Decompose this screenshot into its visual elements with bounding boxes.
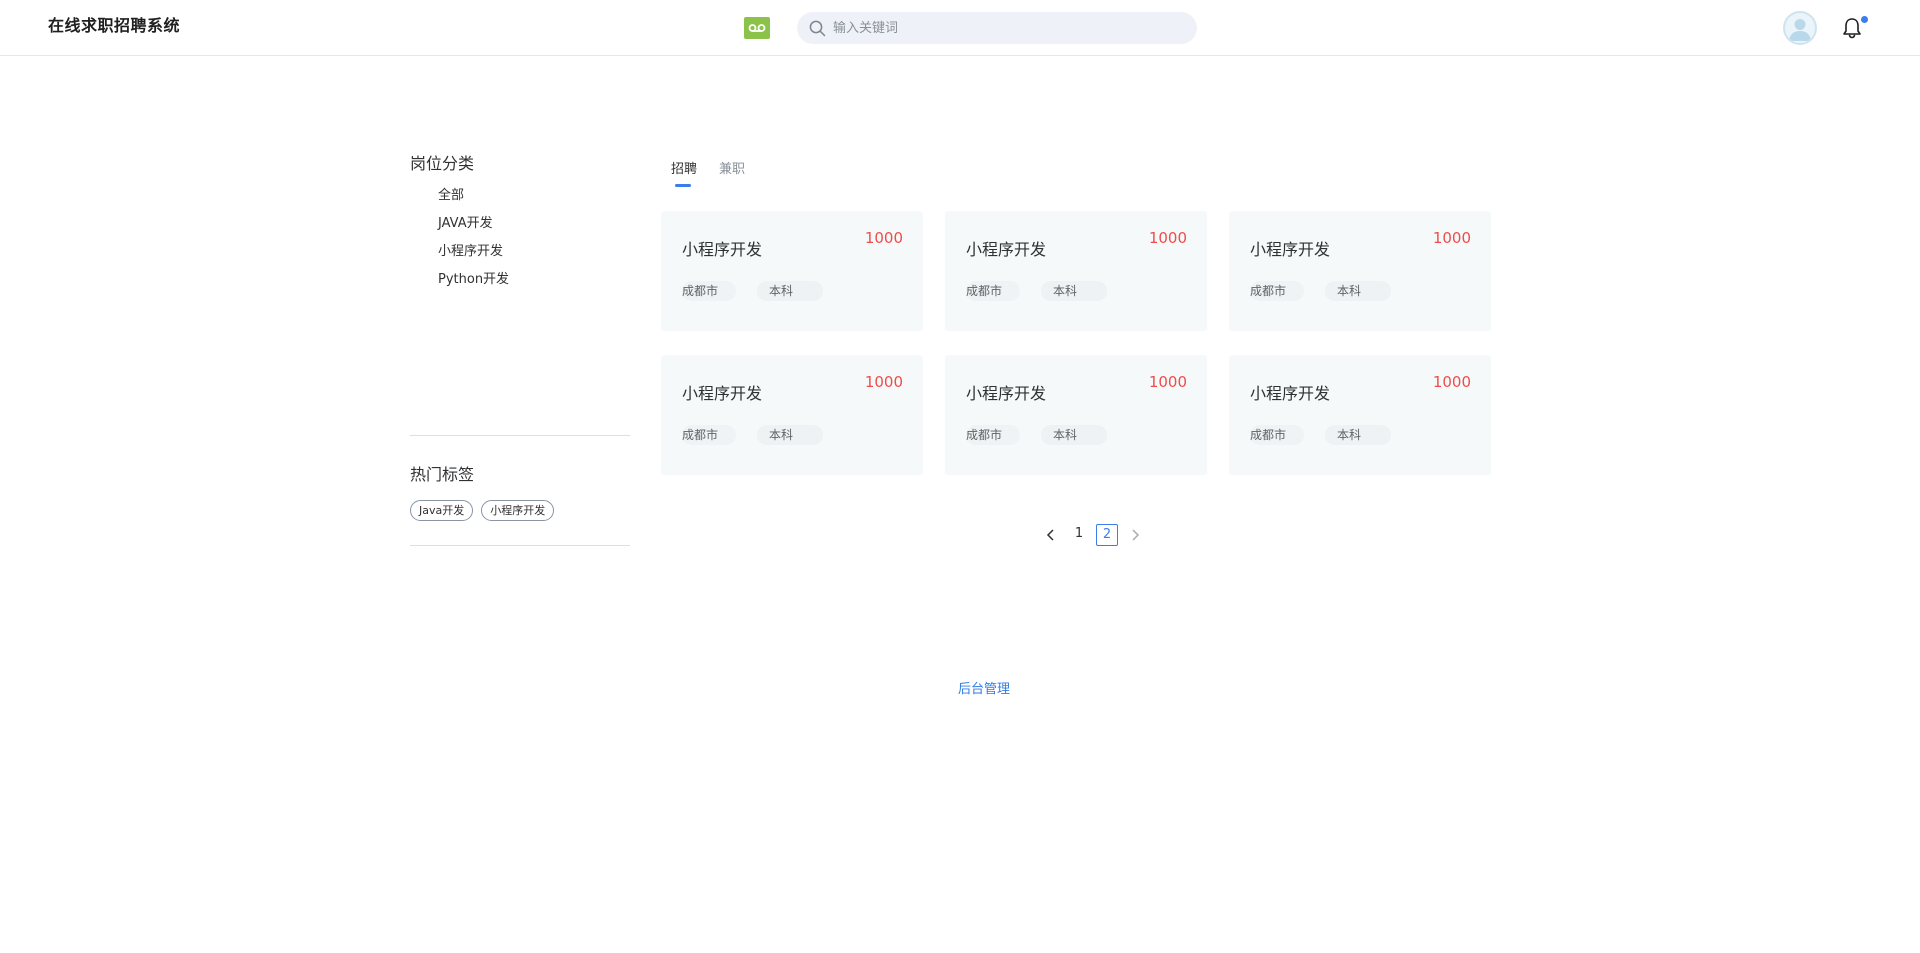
job-card[interactable]: 小程序开发 1000 成都市 本科 [661,355,923,475]
job-title: 小程序开发 [682,384,763,403]
page-1-button[interactable]: 1 [1068,524,1090,546]
tab-part-time[interactable]: 兼职 [719,158,745,177]
page-2-button[interactable]: 2 [1096,524,1118,546]
hot-tags: Java开发 小程序开发 [410,500,555,521]
job-education: 本科 [769,428,794,442]
pagination: 1 2 [1040,524,1146,546]
job-city: 成都市 [1250,281,1305,301]
job-education: 本科 [1337,284,1362,298]
sidebar-divider [410,545,630,546]
user-avatar-icon[interactable] [1783,11,1817,45]
job-salary: 1000 [864,373,903,391]
job-salary: 1000 [1148,373,1187,391]
job-city: 成都市 [682,281,737,301]
category-item-miniprogram[interactable]: 小程序开发 [410,238,630,266]
sidebar-divider [410,435,630,436]
job-card[interactable]: 小程序开发 1000 成都市 本科 [945,355,1207,475]
job-title: 小程序开发 [1250,384,1331,403]
category-list: 全部 JAVA开发 小程序开发 Python开发 [410,182,630,294]
job-salary: 1000 [1432,373,1471,391]
job-card[interactable]: 小程序开发 1000 成都市 本科 [661,211,923,331]
job-education: 本科 [1337,428,1362,442]
job-city: 成都市 [682,425,737,445]
hot-tags-heading: 热门标签 [410,465,475,484]
chevron-left-icon[interactable] [1040,524,1062,546]
job-education: 本科 [1053,284,1078,298]
notification-badge [1861,16,1868,23]
job-title: 小程序开发 [1250,240,1331,259]
job-title: 小程序开发 [966,384,1047,403]
app-title: 在线求职招聘系统 [48,16,181,35]
job-card[interactable]: 小程序开发 1000 成都市 本科 [945,211,1207,331]
job-title: 小程序开发 [966,240,1047,259]
job-city: 成都市 [966,281,1021,301]
job-card-grid: 小程序开发 1000 成都市 本科 小程序开发 1000 成都市 本科 小程序开… [661,211,1491,475]
job-card[interactable]: 小程序开发 1000 成都市 本科 [1229,355,1491,475]
hot-tag-java[interactable]: Java开发 [410,500,474,521]
job-city: 成都市 [1250,425,1305,445]
bell-icon[interactable] [1842,17,1862,39]
category-sidebar: 岗位分类 全部 JAVA开发 小程序开发 Python开发 [410,150,630,294]
job-card[interactable]: 小程序开发 1000 成都市 本科 [1229,211,1491,331]
top-header: 在线求职招聘系统 [0,0,1920,56]
category-heading: 岗位分类 [410,154,475,173]
job-city: 成都市 [966,425,1021,445]
job-education: 本科 [769,284,794,298]
category-item-python[interactable]: Python开发 [410,266,630,294]
job-salary: 1000 [1148,229,1187,247]
hot-tag-miniprogram[interactable]: 小程序开发 [481,500,555,521]
job-title: 小程序开发 [682,240,763,259]
search-input[interactable] [833,18,1173,38]
search-bar [797,12,1197,44]
voicemail-icon[interactable] [744,17,770,39]
job-salary: 1000 [864,229,903,247]
tab-recruitment[interactable]: 招聘 [671,158,697,187]
job-type-tabs: 招聘 兼职 [671,158,745,187]
chevron-right-icon[interactable] [1124,524,1146,546]
search-icon[interactable] [809,20,826,37]
job-salary: 1000 [1432,229,1471,247]
category-item-java[interactable]: JAVA开发 [410,210,630,238]
category-item-all[interactable]: 全部 [410,182,630,210]
job-education: 本科 [1053,428,1078,442]
admin-link[interactable]: 后台管理 [958,678,1010,697]
